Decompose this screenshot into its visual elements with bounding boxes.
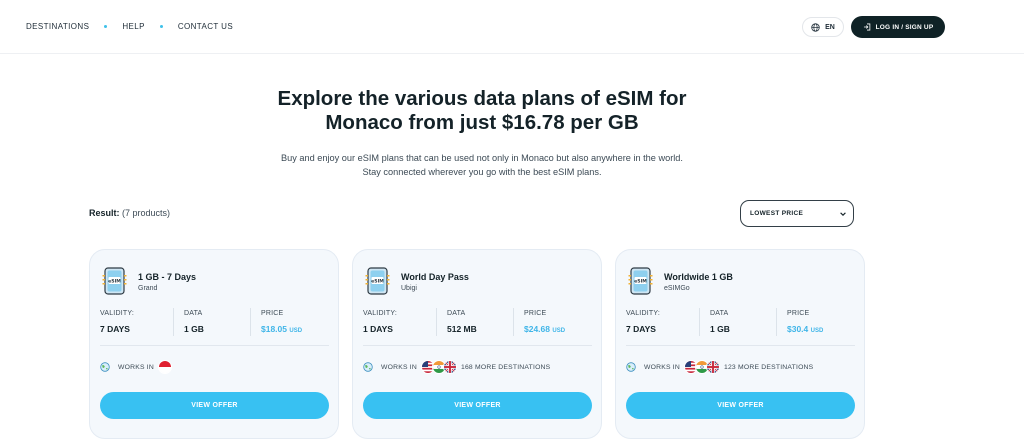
- price-label: PRICE: [261, 310, 284, 317]
- plan-provider: eSIMGo: [664, 285, 690, 292]
- sort-select[interactable]: LOWEST PRICE: [740, 200, 854, 227]
- svg-text:eSIM: eSIM: [371, 278, 384, 284]
- nav-separator: [104, 25, 108, 28]
- data-column: DATA 1 GB: [184, 310, 204, 334]
- nav-help[interactable]: HELP: [122, 22, 145, 31]
- validity-column: VALIDITY: 1 DAYS: [363, 310, 397, 334]
- works-in-label: WORKS IN: [118, 363, 154, 371]
- coverage-row: WORKS IN 123 MORE DESTINATIONS: [626, 360, 813, 374]
- data-column: DATA 1 GB: [710, 310, 730, 334]
- price-label: PRICE: [787, 310, 810, 317]
- login-signup-button[interactable]: LOG IN / SIGN UP: [851, 16, 945, 38]
- main-nav: DESTINATIONS HELP CONTACT US: [26, 22, 233, 31]
- data-label: DATA: [184, 310, 203, 317]
- login-label: LOG IN / SIGN UP: [875, 23, 934, 31]
- plan-name: World Day Pass: [401, 272, 469, 282]
- validity-value: 1 DAYS: [363, 324, 393, 334]
- uk-flag: [705, 360, 720, 374]
- more-destinations[interactable]: 168 MORE DESTINATIONS: [461, 364, 550, 371]
- plan-name: Worldwide 1 GB: [664, 272, 733, 282]
- uk-flag: [442, 360, 457, 374]
- plan-name: 1 GB - 7 Days: [138, 272, 197, 282]
- coverage-row: WORKS IN 168 MORE DESTINATIONS: [363, 360, 550, 374]
- plan-card: eSIM Worldwide 1 GB eSIMGo VALIDITY: 7 D…: [615, 249, 865, 439]
- price-value: $30.4 USD: [787, 324, 824, 334]
- esim-icon: eSIM: [628, 267, 653, 295]
- column-divider: [173, 308, 174, 336]
- data-value: 512 MB: [447, 324, 477, 334]
- column-divider: [436, 308, 437, 336]
- nav-separator: [159, 25, 163, 28]
- validity-label: VALIDITY:: [100, 310, 134, 317]
- price-label: PRICE: [524, 310, 547, 317]
- price-column: PRICE $30.4 USD: [787, 310, 823, 334]
- column-divider: [513, 308, 514, 336]
- price-value: $24.68 USD: [524, 324, 566, 334]
- data-label: DATA: [710, 310, 729, 317]
- data-value: 1 GB: [710, 324, 730, 334]
- esim-icon: eSIM: [102, 267, 127, 295]
- page-subtitle: Buy and enjoy our eSIM plans that can be…: [281, 153, 683, 177]
- plan-provider: Grand: [138, 285, 158, 292]
- page-title: Explore the various data plans of eSIM f…: [277, 87, 687, 134]
- column-divider: [699, 308, 700, 336]
- flag-list: [157, 360, 172, 374]
- column-divider: [776, 308, 777, 336]
- svg-text:eSIM: eSIM: [634, 278, 647, 284]
- plan-provider: Ubigi: [401, 285, 417, 292]
- plan-card: eSIM 1 GB - 7 Days Grand VALIDITY: 7 DAY…: [89, 249, 339, 439]
- globe-icon: [363, 362, 373, 372]
- column-divider: [250, 308, 251, 336]
- data-label: DATA: [447, 310, 466, 317]
- price-column: PRICE $18.05 USD: [261, 310, 302, 334]
- view-offer-button[interactable]: VIEW OFFER: [100, 392, 329, 419]
- data-value: 1 GB: [184, 324, 204, 334]
- nav-destinations[interactable]: DESTINATIONS: [26, 22, 89, 31]
- card-divider: [626, 345, 855, 346]
- flag-list: [683, 360, 720, 374]
- sort-selected-value: LOWEST PRICE: [750, 210, 804, 217]
- flag-list: [420, 360, 457, 374]
- svg-text:eSIM: eSIM: [108, 278, 121, 284]
- nav-contact-us[interactable]: CONTACT US: [178, 22, 233, 31]
- result-count: Result: (7 products): [89, 208, 171, 218]
- data-column: DATA 512 MB: [447, 310, 477, 334]
- globe-icon: [626, 362, 636, 372]
- works-in-label: WORKS IN: [644, 363, 680, 371]
- more-destinations[interactable]: 123 MORE DESTINATIONS: [724, 364, 813, 371]
- works-in-label: WORKS IN: [381, 363, 417, 371]
- price-value: $18.05 USD: [261, 324, 303, 334]
- chevron-down-icon: [840, 212, 846, 216]
- card-divider: [363, 345, 592, 346]
- validity-value: 7 DAYS: [626, 324, 656, 334]
- language-selector[interactable]: EN: [802, 17, 844, 37]
- login-icon: [863, 23, 870, 31]
- esim-icon: eSIM: [365, 267, 390, 295]
- globe-icon: [811, 22, 820, 32]
- validity-value: 7 DAYS: [100, 324, 130, 334]
- globe-icon: [100, 362, 110, 372]
- view-offer-button[interactable]: VIEW OFFER: [626, 392, 855, 419]
- card-divider: [100, 345, 329, 346]
- validity-column: VALIDITY: 7 DAYS: [100, 310, 134, 334]
- top-header: DESTINATIONS HELP CONTACT US EN LOG IN /…: [0, 0, 1024, 54]
- plan-card: eSIM World Day Pass Ubigi VALIDITY: 1 DA…: [352, 249, 602, 439]
- price-column: PRICE $24.68 USD: [524, 310, 565, 334]
- validity-column: VALIDITY: 7 DAYS: [626, 310, 660, 334]
- validity-label: VALIDITY:: [363, 310, 397, 317]
- view-offer-button[interactable]: VIEW OFFER: [363, 392, 592, 419]
- monaco-flag: [157, 360, 172, 374]
- validity-label: VALIDITY:: [626, 310, 660, 317]
- coverage-row: WORKS IN: [100, 360, 176, 374]
- language-label: EN: [825, 23, 835, 31]
